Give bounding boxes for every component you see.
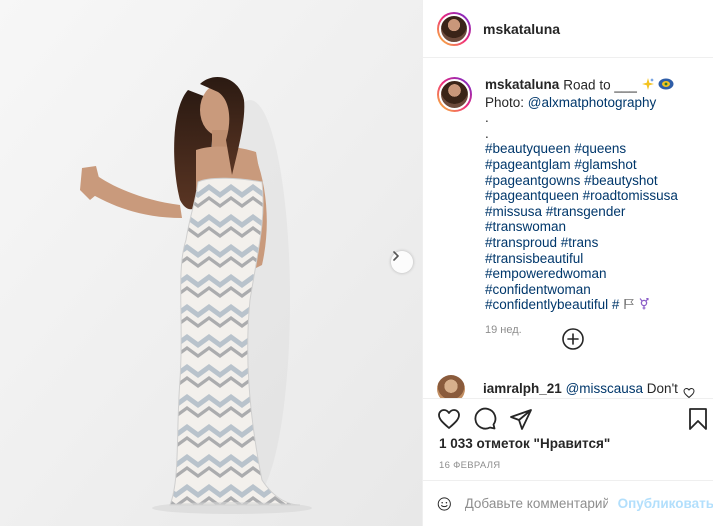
sparkle-emoji-icon xyxy=(641,77,655,95)
comments-section: mskataluna Road to ___ Photo: @alxmatphot… xyxy=(423,59,713,398)
hashtag-line[interactable]: #confidentlybeautiful # xyxy=(485,297,619,312)
comment-bubble-icon[interactable] xyxy=(473,407,497,431)
post-date[interactable]: 16 ФЕВРАЛЯ xyxy=(439,460,500,471)
avatar[interactable] xyxy=(437,11,471,46)
flag-emoji-icon xyxy=(623,298,635,314)
caption-body: mskataluna Road to ___ Photo: @alxmatphot… xyxy=(485,77,700,339)
caption-credit-prefix: Photo: xyxy=(485,94,528,110)
comment-username[interactable]: iamralph_21 xyxy=(483,381,562,396)
comment-mention[interactable]: @misscausa xyxy=(566,381,643,396)
avatar-image xyxy=(439,13,469,44)
comment-avatar[interactable] xyxy=(437,375,465,398)
bookmark-icon[interactable] xyxy=(686,407,710,431)
chevron-right-icon xyxy=(393,251,399,261)
likes-count[interactable]: 1 033 отметок "Нравится" xyxy=(439,436,610,451)
hashtag-line[interactable]: #pageantglam #glamshot xyxy=(485,157,700,173)
caption-dot: . xyxy=(485,110,489,126)
comment-item: iamralph_21 @misscausa Don't xyxy=(437,375,707,398)
header-username[interactable]: mskataluna xyxy=(483,21,560,37)
smiley-icon[interactable] xyxy=(437,492,452,516)
hashtag-line[interactable]: #transproud #trans #transisbeautiful xyxy=(485,235,700,266)
caption-time[interactable]: 19 нед. xyxy=(485,323,700,339)
publish-button[interactable]: Опубликовать xyxy=(618,496,713,511)
post-photo[interactable] xyxy=(0,0,422,526)
action-bar xyxy=(423,398,713,438)
add-comment-bar: Опубликовать xyxy=(423,480,713,526)
hashtag-line[interactable]: #empoweredwoman xyxy=(485,266,700,282)
hashtag-line[interactable]: #missusa #transgender #transwoman xyxy=(485,204,700,235)
caption-avatar[interactable] xyxy=(437,77,472,112)
caption: mskataluna Road to ___ Photo: @alxmatphot… xyxy=(437,77,700,339)
photo-illustration xyxy=(0,0,422,526)
caption-username[interactable]: mskataluna xyxy=(485,77,559,92)
heart-icon[interactable] xyxy=(437,407,461,431)
caption-text: Road to ___ xyxy=(563,77,637,93)
face-emoji-icon xyxy=(658,78,674,94)
comment-input[interactable] xyxy=(464,496,608,511)
hashtag-line[interactable]: #pageantqueen #roadtomissusa xyxy=(485,188,700,204)
hashtag-line[interactable]: #pageantgowns #beautyshot xyxy=(485,173,700,189)
avatar-image xyxy=(439,79,470,110)
post-header: mskataluna xyxy=(423,0,713,58)
transgender-symbol-icon xyxy=(639,297,649,314)
next-photo-button[interactable] xyxy=(391,251,413,273)
comment-text: iamralph_21 @misscausa Don't xyxy=(483,381,678,397)
plus-circle-icon[interactable] xyxy=(561,327,585,351)
hashtag-line[interactable]: #beautyqueen #queens xyxy=(485,141,700,157)
comment-body: Don't xyxy=(643,381,678,396)
photo-credit-mention[interactable]: @alxmatphotography xyxy=(528,95,657,110)
paper-plane-icon[interactable] xyxy=(509,407,533,431)
comment-like-heart-icon[interactable] xyxy=(683,387,695,398)
post-sidebar: mskataluna mskataluna Road to ___ Photo: … xyxy=(422,0,713,526)
caption-dot: . xyxy=(485,125,489,141)
hashtag-line[interactable]: #confidentwoman xyxy=(485,282,700,298)
